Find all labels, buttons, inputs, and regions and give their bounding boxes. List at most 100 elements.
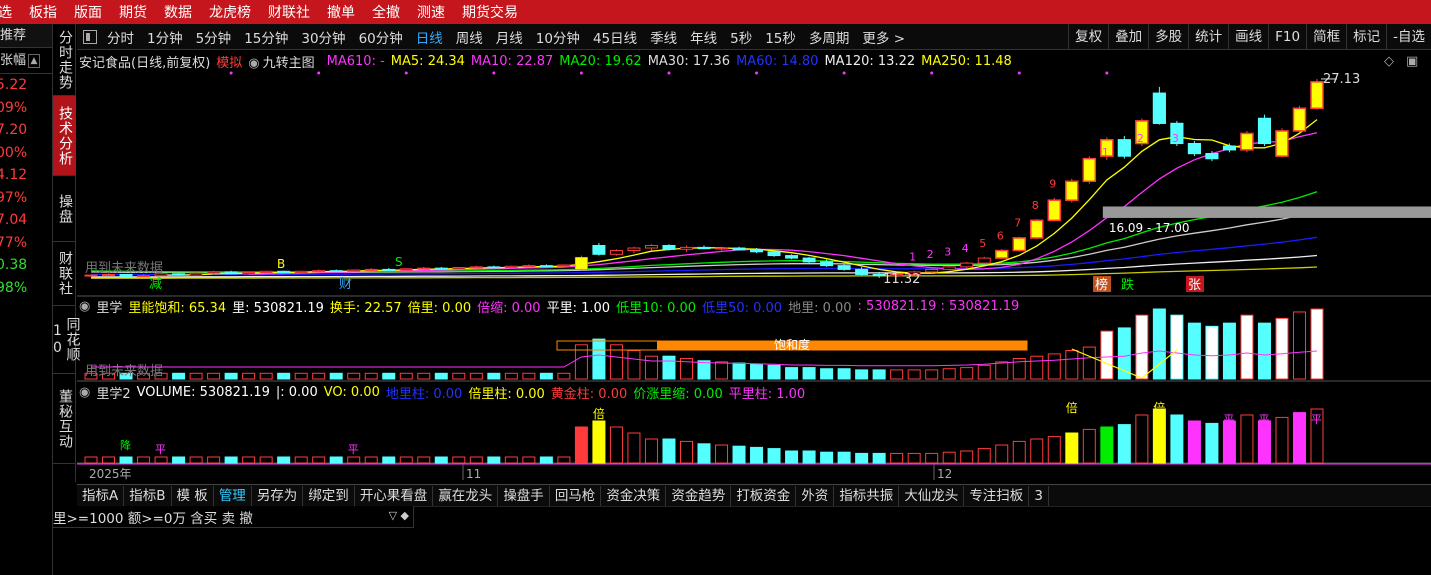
side-tab-5[interactable]: 董秘互动 xyxy=(53,374,76,464)
future-data-note: 用到未来数据 xyxy=(85,261,163,276)
menu-item-0[interactable]: 选 xyxy=(0,2,12,22)
candle-body xyxy=(662,244,676,250)
period-tab-0[interactable]: 分时 xyxy=(107,27,134,47)
tool-6[interactable]: 简框 xyxy=(1306,24,1346,50)
kline-chart[interactable]: 16.09 - 17.001 2 3 4 5678912 327.1311.32减 财B S榜… xyxy=(77,50,1431,484)
bottom-tab-14[interactable]: 指标共振 xyxy=(834,485,900,506)
period-tab-16[interactable]: 更多 > xyxy=(862,27,905,47)
period-tab-11[interactable]: 季线 xyxy=(650,27,677,47)
period-tab-4[interactable]: 30分钟 xyxy=(301,27,345,47)
volume2-bar xyxy=(732,445,746,464)
menu-item-2[interactable]: 版面 xyxy=(74,2,102,22)
ping-marker: 平 xyxy=(348,443,359,456)
bottom-tab-17[interactable]: 3 xyxy=(1029,485,1049,506)
volume-bar xyxy=(1292,311,1306,380)
period-tab-7[interactable]: 周线 xyxy=(456,27,483,47)
bottom-tab-3[interactable]: 管理 xyxy=(214,485,252,506)
menu-item-7[interactable]: 撤单 xyxy=(327,2,355,22)
bottom-tab-4[interactable]: 另存为 xyxy=(252,485,304,506)
bottom-tab-9[interactable]: 回马枪 xyxy=(550,485,602,506)
volume2-bar xyxy=(504,456,518,464)
month-label-12: 12 xyxy=(937,467,952,481)
menu-item-10[interactable]: 期货交易 xyxy=(462,2,518,22)
bottom-tab-15[interactable]: 大仙龙头 xyxy=(899,485,965,506)
volume2-bar xyxy=(487,456,501,464)
menu-item-5[interactable]: 龙虎榜 xyxy=(209,2,251,22)
change-percent-header[interactable]: 张幅 ▲ xyxy=(0,48,52,74)
left-value[interactable]: 0.38 xyxy=(0,254,52,277)
menu-item-9[interactable]: 测速 xyxy=(417,2,445,22)
period-tab-12[interactable]: 年线 xyxy=(690,27,717,47)
left-value[interactable]: 09% xyxy=(0,97,52,120)
side-tab-0[interactable]: 分时走势 xyxy=(53,24,76,96)
tool-1[interactable]: 叠加 xyxy=(1108,24,1148,50)
tool-4[interactable]: 画线 xyxy=(1228,24,1268,50)
tool-0[interactable]: 复权 xyxy=(1068,24,1108,50)
tool-5[interactable]: F10 xyxy=(1268,24,1306,50)
side-tab-2[interactable]: 操盘 xyxy=(53,176,76,242)
period-tab-1[interactable]: 1分钟 xyxy=(147,27,183,47)
candle-body xyxy=(977,257,991,264)
volume-bar xyxy=(872,369,886,380)
volume2-bar xyxy=(679,440,693,464)
period-tab-8[interactable]: 月线 xyxy=(496,27,523,47)
period-tab-15[interactable]: 多周期 xyxy=(809,27,850,47)
menu-item-4[interactable]: 数据 xyxy=(164,2,192,22)
period-tab-13[interactable]: 5秒 xyxy=(730,27,752,47)
bottom-tab-0[interactable]: 指标A xyxy=(77,485,125,506)
menu-item-1[interactable]: 板指 xyxy=(29,2,57,22)
volume2-bar xyxy=(224,456,238,464)
menu-item-6[interactable]: 财联社 xyxy=(268,2,310,22)
period-toolbar: 分时 1分钟 5分钟 15分钟 30分钟 60分钟 日线 周线 月线 10分钟 45日线 季线 年线 5秒… xyxy=(77,24,1431,50)
left-value[interactable]: 98% xyxy=(0,277,52,300)
period-tab-10[interactable]: 45日线 xyxy=(593,27,637,47)
volume-bar xyxy=(802,367,816,380)
bottom-tab-7[interactable]: 赢在龙头 xyxy=(433,485,499,506)
bottom-tab-13[interactable]: 外资 xyxy=(796,485,835,506)
bottom-tab-16[interactable]: 专注扫板 xyxy=(964,485,1030,506)
nine-turn-number: 3 xyxy=(944,246,951,259)
trade-filter-bar[interactable]: 里>=1000 额>=0万 含买 卖 撤 ▽ ◆ xyxy=(53,506,414,528)
bottom-tab-1[interactable]: 指标B xyxy=(124,485,172,506)
bottom-tab-6[interactable]: 开心果看盘 xyxy=(355,485,434,506)
bottom-tab-8[interactable]: 操盘手 xyxy=(498,485,550,506)
bottom-tab-2[interactable]: 模 板 xyxy=(172,485,214,506)
menu-item-3[interactable]: 期货 xyxy=(119,2,147,22)
candle-body-down xyxy=(1152,92,1166,124)
period-tab-3[interactable]: 15分钟 xyxy=(244,27,288,47)
tool-7[interactable]: 标记 xyxy=(1346,24,1386,50)
left-value[interactable]: 77% xyxy=(0,232,52,255)
left-value[interactable]: 4.12 xyxy=(0,164,52,187)
tool-8[interactable]: -自选 xyxy=(1386,24,1431,50)
period-tab-5[interactable]: 60分钟 xyxy=(359,27,403,47)
bottom-tab-10[interactable]: 资金决策 xyxy=(601,485,667,506)
period-tab-14[interactable]: 15秒 xyxy=(765,27,796,47)
filter-icon[interactable]: ▽ ◆ xyxy=(389,509,409,522)
bottom-tab-12[interactable]: 打板资金 xyxy=(731,485,797,506)
period-tab-9[interactable]: 10分钟 xyxy=(536,27,580,47)
side-tab-3[interactable]: 财联社 xyxy=(53,242,76,306)
volume2-bar xyxy=(995,444,1009,464)
bottom-tab-11[interactable]: 资金趋势 xyxy=(666,485,732,506)
menu-item-8[interactable]: 全撤 xyxy=(372,2,400,22)
tool-3[interactable]: 统计 xyxy=(1188,24,1228,50)
volume2-bar xyxy=(102,456,116,464)
layout-toggle-icon[interactable] xyxy=(83,29,97,44)
left-panel-header[interactable]: 推荐 xyxy=(0,24,52,48)
nine-turn-number: 6 xyxy=(997,229,1004,242)
left-value[interactable]: 7.20 xyxy=(0,119,52,142)
left-value[interactable]: 00% xyxy=(0,142,52,165)
left-value[interactable]: 7.04 xyxy=(0,209,52,232)
tool-2[interactable]: 多股 xyxy=(1148,24,1188,50)
volume2-bar xyxy=(137,456,151,464)
side-tab-4[interactable]: 同花顺10 xyxy=(50,306,81,374)
left-value[interactable]: 5.22 xyxy=(0,74,52,97)
scroll-up-icon[interactable]: ▲ xyxy=(28,53,41,68)
candle-body-down xyxy=(1187,143,1201,155)
left-value[interactable]: 97% xyxy=(0,187,52,210)
bottom-tab-5[interactable]: 绑定到 xyxy=(303,485,355,506)
left-values-list: 5.22 09% 7.20 00% 4.12 97% 7.04 77% 0.38 98% xyxy=(0,74,52,299)
period-tab-2[interactable]: 5分钟 xyxy=(196,27,232,47)
side-tab-1[interactable]: 技术分析 xyxy=(53,96,76,176)
period-tab-6[interactable]: 日线 xyxy=(416,27,443,47)
